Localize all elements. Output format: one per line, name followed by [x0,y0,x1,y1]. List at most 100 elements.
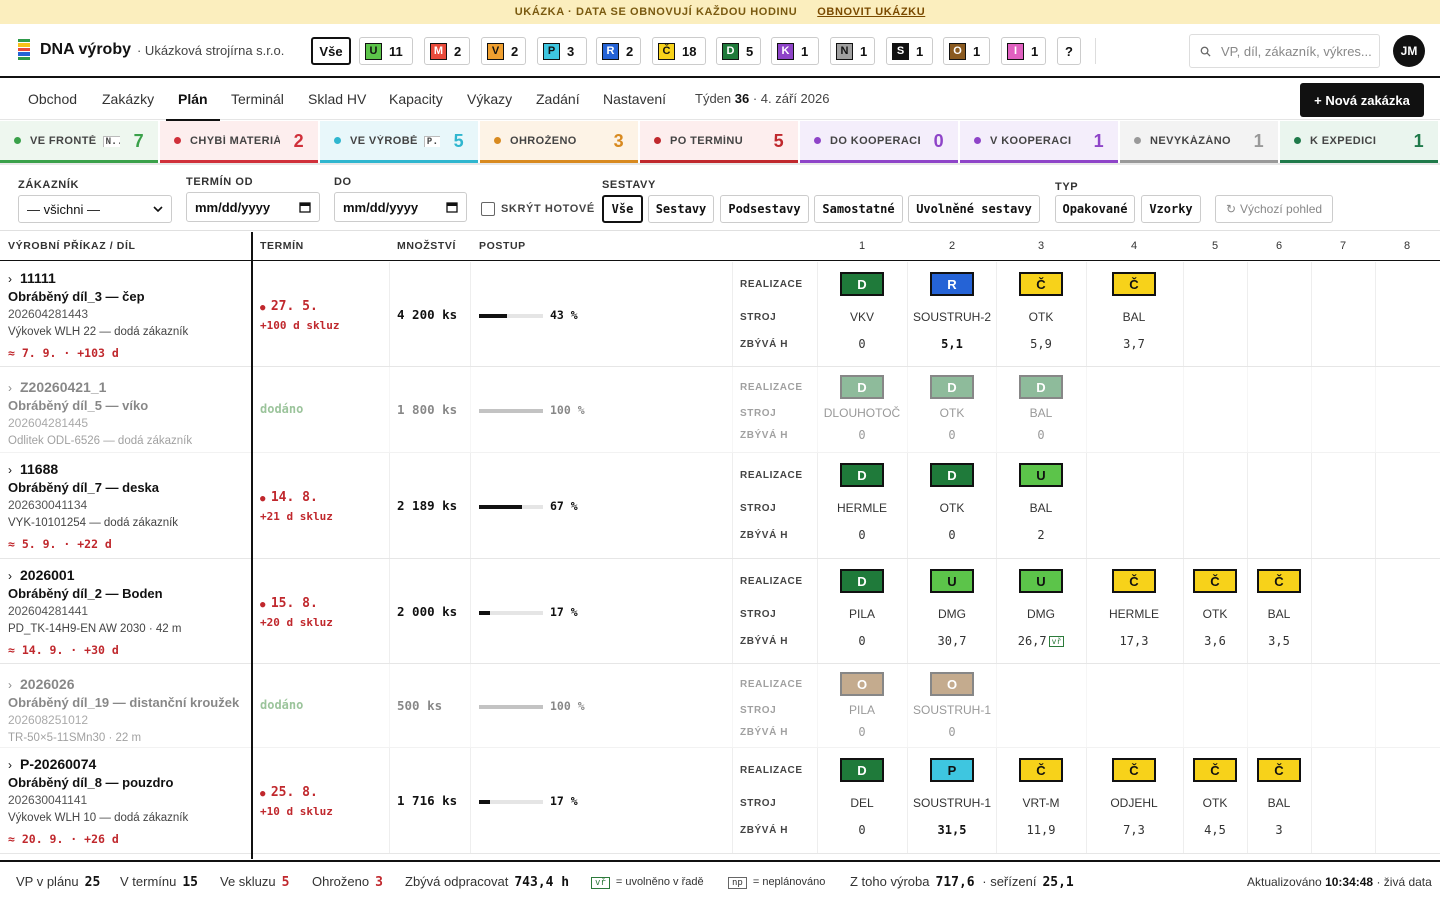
operation-status[interactable]: U [930,569,974,593]
type-filter-0[interactable]: Opakované [1055,195,1135,223]
assembly-filter-4[interactable]: Uvolněné sestavy [908,195,1040,223]
table-row[interactable]: › P-20260074 Obráběný díl_8 — pouzdro 20263… [0,748,1440,854]
nav-sklad-hv[interactable]: Sklad HV [308,78,366,120]
expand-chevron-icon[interactable]: › [8,381,12,395]
search-input[interactable]: VP, díl, zákazník, výkres... [1189,34,1380,68]
operation-status[interactable]: R [930,272,974,296]
status-tile[interactable]: VE FRONTĚ N... 7 [0,121,158,163]
date-from-input[interactable]: mm/dd/yyyy [186,192,320,222]
hide-done-checkbox[interactable] [481,202,495,216]
expand-chevron-icon[interactable]: › [8,569,12,583]
operation-status[interactable]: Č [1019,758,1063,782]
status-tile[interactable]: PO TERMÍNU 5 [640,121,798,163]
operation-status[interactable]: Č [1112,758,1156,782]
status-tile[interactable]: CHYBÍ MATERIÁL 2 [160,121,318,163]
operation-status[interactable]: D [840,272,884,296]
order-id[interactable]: › 11688 [8,461,58,477]
order-id[interactable]: › Z20260421_1 [8,379,106,395]
filter-chip-u[interactable]: U 11 [359,37,413,65]
machine-name: OTK [1028,310,1054,324]
user-avatar[interactable]: JM [1393,35,1425,67]
filter-chip-č[interactable]: Č 18 [652,37,706,65]
operation-status[interactable]: D [840,569,884,593]
status-tile[interactable]: V KOOPERACI 1 [960,121,1118,163]
operation-status[interactable]: D [930,463,974,487]
status-tile[interactable]: K EXPEDICI 1 [1280,121,1438,163]
operation-status[interactable]: Č [1257,569,1301,593]
chip-code-č: Č [658,42,675,60]
operation-status[interactable]: Č [1112,569,1156,593]
operation-status[interactable]: D [840,463,884,487]
status-tile[interactable]: VE VÝROBĚ P... 5 [320,121,478,163]
table-row[interactable]: › 11688 Obráběný díl_7 — deska 202630041134… [0,453,1440,559]
operation-status[interactable]: Č [1193,569,1237,593]
filter-chip-s[interactable]: S1 [886,37,933,65]
filter-chip-i[interactable]: I1 [1001,37,1046,65]
operation-status[interactable]: U [1019,569,1063,593]
operation-status[interactable]: P [930,758,974,782]
order-id[interactable]: › P-20260074 [8,756,96,772]
table-row[interactable]: › 2026026 Obráběný díl_19 — distanční krou… [0,664,1440,748]
filter-chip-m[interactable]: M2 [424,37,470,65]
filter-chip-p[interactable]: P3 [537,37,587,65]
filter-chip-k[interactable]: K1 [771,37,819,65]
assembly-filter-3[interactable]: Samostatné [814,195,903,223]
date-to-input[interactable]: mm/dd/yyyy [334,192,467,222]
order-id[interactable]: › 2026026 [8,676,75,692]
reset-view-button[interactable]: ↻ Výchozí pohled [1215,195,1333,223]
status-tile[interactable]: OHROŽENO 3 [480,121,638,163]
operation-status[interactable]: Č [1019,272,1063,296]
nav-zakázky[interactable]: Zakázky [102,78,154,120]
order-id[interactable]: › 11111 [8,270,56,286]
status-tile[interactable]: NEVYKÁZÁNO 1 [1120,121,1278,163]
operation-status[interactable]: D [930,375,974,399]
operation-status[interactable]: O [840,672,884,696]
filter-chip-o[interactable]: O1 [943,37,990,65]
type-filter-1[interactable]: Vzorky [1141,195,1201,223]
table-row[interactable]: › 11111 Obráběný díl_3 — čep 202604281443 Vý… [0,262,1440,367]
nav-nastavení[interactable]: Nastavení [603,78,666,120]
customer-select[interactable]: — všichni — [18,195,172,223]
filter-chip-r[interactable]: R2 [596,37,641,65]
column-divider [732,262,733,366]
table-row[interactable]: › 2026001 Obráběný díl_2 — Boden 2026042814… [0,559,1440,664]
expand-chevron-icon[interactable]: › [8,463,12,477]
operation-status[interactable]: D [840,758,884,782]
nav-kapacity[interactable]: Kapacity [389,78,443,120]
operation-status[interactable]: Č [1112,272,1156,296]
col-header-progress[interactable]: POSTUP [479,240,526,252]
filter-chip-d[interactable]: D5 [716,37,761,65]
nav-výkazy[interactable]: Výkazy [467,78,512,120]
expand-chevron-icon[interactable]: › [8,758,12,772]
brand-name[interactable]: DNA výroby [40,41,131,59]
filter-chip-n[interactable]: N1 [830,37,875,65]
operation-status[interactable]: Č [1257,758,1301,782]
nav-obchod[interactable]: Obchod [28,78,77,120]
filter-chip-v[interactable]: V2 [481,37,526,65]
nav-plán[interactable]: Plán [166,78,219,121]
refresh-demo-link[interactable]: OBNOVIT UKÁZKU [817,6,925,18]
col-header-order[interactable]: VÝROBNÍ PŘÍKAZ / DÍL [8,240,136,252]
expand-chevron-icon[interactable]: › [8,272,12,286]
operation-status[interactable]: D [840,375,884,399]
status-tile[interactable]: DO KOOPERACE 0 [800,121,958,163]
order-id[interactable]: › 2026001 [8,567,75,583]
assembly-filter-1[interactable]: Sestavy [648,195,714,223]
remaining-hours: 0 [822,337,902,351]
nav-terminál[interactable]: Terminál [231,78,284,120]
filter-chip-?[interactable]: ? [1057,37,1081,65]
operation-status[interactable]: O [930,672,974,696]
new-order-button[interactable]: + Nová zakázka [1300,83,1424,117]
col-header-term[interactable]: TERMÍN [260,240,304,252]
op-column-number: 7 [1339,240,1347,252]
table-row[interactable]: › Z20260421_1 Obráběný díl_5 — víko 2026042… [0,367,1440,453]
filter-chip-all[interactable]: Vše [311,37,351,65]
operation-status[interactable]: Č [1193,758,1237,782]
assembly-filter-0[interactable]: Vše [602,195,643,223]
col-header-qty[interactable]: MNOŽSTVÍ [397,240,456,252]
operation-status[interactable]: D [1019,375,1063,399]
operation-status[interactable]: U [1019,463,1063,487]
assembly-filter-2[interactable]: Podsestavy [720,195,809,223]
expand-chevron-icon[interactable]: › [8,678,12,692]
nav-zadání[interactable]: Zadání [536,78,580,120]
